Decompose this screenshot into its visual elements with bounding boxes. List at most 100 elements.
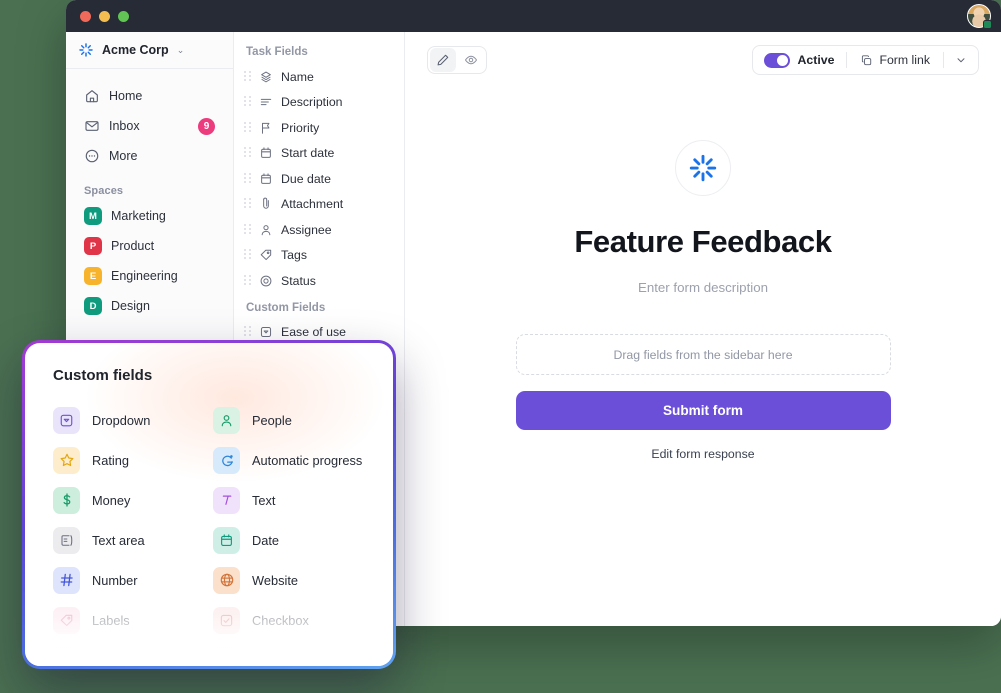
- inbox-icon: [85, 121, 99, 131]
- custom-field-date[interactable]: Date: [213, 520, 373, 560]
- drag-handle-icon[interactable]: [244, 274, 251, 287]
- field-label: Due date: [281, 171, 331, 186]
- custom-field-people-2[interactable]: People: [53, 640, 213, 666]
- space-avatar: M: [84, 207, 102, 225]
- drag-handle-icon[interactable]: [244, 147, 251, 159]
- edit-form-response-link[interactable]: Edit form response: [651, 447, 754, 461]
- field-label: Name: [281, 69, 314, 84]
- drag-handle-icon[interactable]: [244, 121, 251, 134]
- form-description-input[interactable]: Enter form description: [638, 280, 768, 295]
- avatar-online-status-badge: [983, 20, 992, 29]
- custom-field-label: Money: [92, 492, 131, 508]
- custom-field-text[interactable]: Text: [213, 480, 373, 520]
- primary-nav: Home Inbox 9 More: [66, 69, 233, 171]
- custom-field-label: People: [252, 412, 292, 428]
- field-item-tags[interactable]: Tags: [234, 243, 404, 269]
- field-item-due-date[interactable]: Due date: [234, 166, 404, 192]
- field-item-priority[interactable]: Priority: [234, 115, 404, 141]
- flag-icon: [262, 122, 270, 134]
- drag-handle-icon[interactable]: [244, 326, 251, 338]
- field-item-start-date[interactable]: Start date: [234, 141, 404, 167]
- custom-field-labels[interactable]: Labels: [53, 600, 213, 640]
- sidebar-item-engineering[interactable]: E Engineering: [76, 261, 223, 291]
- sidebar-item-home[interactable]: Home: [76, 81, 223, 111]
- custom-field-label: Files: [252, 652, 280, 667]
- field-label: Status: [281, 273, 316, 288]
- field-item-status[interactable]: Status: [234, 268, 404, 294]
- drag-handle-icon[interactable]: [244, 223, 251, 236]
- sidebar-item-inbox[interactable]: Inbox 9: [76, 111, 223, 141]
- preview-mode-button[interactable]: [458, 48, 484, 72]
- form-title[interactable]: Feature Feedback: [574, 224, 832, 260]
- toggle-switch[interactable]: [763, 52, 790, 68]
- form-logo[interactable]: [675, 140, 731, 196]
- sidebar-item-product[interactable]: P Product: [76, 231, 223, 261]
- custom-field-label: Text: [252, 492, 276, 508]
- chevron-down-icon: ⌄: [176, 44, 185, 55]
- field-item-description[interactable]: Description: [234, 90, 404, 116]
- space-avatar: P: [84, 237, 102, 255]
- home-icon: [86, 90, 98, 103]
- globe-icon: [213, 566, 240, 594]
- sidebar-item-design[interactable]: D Design: [76, 291, 223, 321]
- form-active-toggle[interactable]: Active: [753, 52, 847, 68]
- submit-form-button[interactable]: Submit form: [515, 391, 891, 430]
- drag-handle-icon[interactable]: [244, 172, 251, 185]
- custom-field-automatic-progress[interactable]: Automatic progress: [213, 440, 373, 480]
- space-label: Engineering: [111, 269, 178, 283]
- text-t-icon: [213, 486, 240, 514]
- custom-field-rating[interactable]: Rating: [53, 440, 213, 480]
- person-icon: [213, 406, 240, 434]
- field-label: Tags: [281, 248, 307, 263]
- dropdown-icon: [53, 406, 80, 434]
- custom-field-label: People: [92, 652, 132, 667]
- field-item-attachment[interactable]: Attachment: [234, 192, 404, 218]
- custom-field-people[interactable]: People: [213, 400, 373, 440]
- custom-field-files[interactable]: Files: [213, 640, 373, 666]
- close-window-button[interactable]: [80, 10, 91, 22]
- custom-field-label: Number: [92, 572, 138, 588]
- field-item-name[interactable]: Name: [234, 64, 404, 90]
- custom-field-website[interactable]: Website: [213, 560, 373, 600]
- field-label: Priority: [281, 120, 320, 135]
- form-link-label: Form link: [879, 53, 930, 67]
- person-icon: [261, 224, 271, 236]
- hash-icon: [53, 566, 80, 594]
- spinner-logo-icon: [79, 43, 93, 57]
- edit-mode-button[interactable]: [430, 48, 456, 72]
- custom-field-number[interactable]: Number: [53, 560, 213, 600]
- drag-handle-icon[interactable]: [244, 70, 251, 83]
- field-label: Ease of use: [281, 325, 346, 340]
- minimize-window-button[interactable]: [99, 10, 110, 22]
- custom-field-money[interactable]: Money: [53, 480, 213, 520]
- field-dropzone[interactable]: Drag fields from the sidebar here: [515, 334, 891, 375]
- maximize-window-button[interactable]: [118, 10, 129, 22]
- field-item-assignee[interactable]: Assignee: [234, 217, 404, 243]
- field-label: Attachment: [281, 197, 344, 212]
- custom-field-dropdown[interactable]: Dropdown: [53, 400, 213, 440]
- form-link-button[interactable]: Form link: [847, 53, 943, 67]
- textarea-icon: [53, 526, 80, 554]
- form-builder-area: Active Form link Feature Feedback Enter …: [405, 32, 1001, 626]
- drag-handle-icon[interactable]: [244, 198, 251, 210]
- eye-icon: [464, 55, 478, 65]
- user-avatar[interactable]: [967, 4, 992, 29]
- drag-handle-icon[interactable]: [244, 96, 251, 108]
- sidebar-item-marketing[interactable]: M Marketing: [76, 201, 223, 231]
- form-options-dropdown-button[interactable]: [944, 54, 978, 66]
- workspace-name: Acme Corp: [102, 43, 169, 57]
- custom-fields-title: Custom Fields: [246, 301, 326, 314]
- custom-field-label: Dropdown: [92, 412, 151, 428]
- copy-icon: [862, 54, 872, 65]
- toggle-label: Active: [797, 53, 835, 67]
- chevron-down-icon: [957, 58, 965, 63]
- dropzone-label: Drag fields from the sidebar here: [613, 347, 793, 362]
- target-circle-icon: [260, 275, 272, 287]
- drag-handle-icon[interactable]: [244, 249, 251, 261]
- sidebar-item-more[interactable]: More: [76, 141, 223, 171]
- custom-field-text-area[interactable]: Text area: [53, 520, 213, 560]
- custom-field-checkbox[interactable]: Checkbox: [213, 600, 373, 640]
- person-icon: [53, 646, 80, 666]
- workspace-switcher[interactable]: Acme Corp ⌄: [66, 32, 233, 69]
- custom-field-label: Text area: [92, 532, 145, 548]
